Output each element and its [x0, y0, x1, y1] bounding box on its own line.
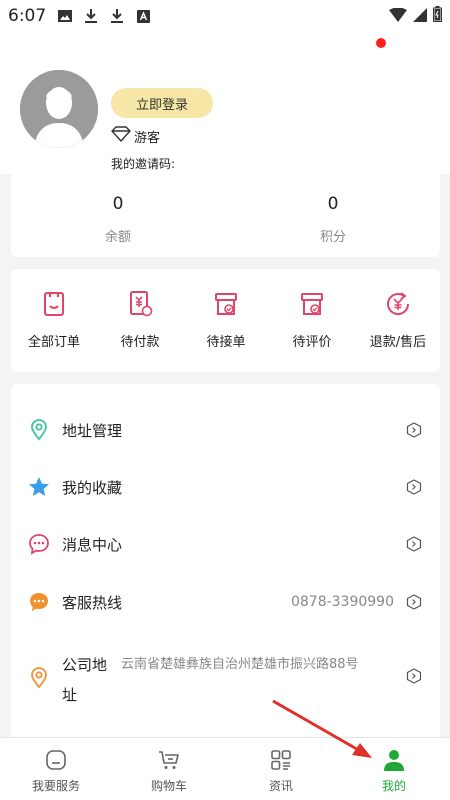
balance-card: 0 余额 0 积分 — [11, 174, 440, 257]
order-pending-payment-label: 待付款 — [120, 335, 160, 350]
menu-item-messages[interactable]: 消息中心 — [11, 519, 440, 569]
pending-review-icon — [301, 293, 323, 315]
image-notification-icon — [58, 9, 73, 23]
download-icon — [110, 9, 124, 23]
menu-item-favorites[interactable]: 我的收藏 — [11, 462, 440, 512]
menu-item-label: 我的收藏 — [62, 478, 123, 497]
status-time: 6:07 — [8, 6, 47, 26]
order-pending-accept-label: 待接单 — [206, 335, 246, 350]
status-bar: 6:07 — [0, 0, 450, 32]
tab-cart[interactable]: 购物车 — [124, 748, 214, 794]
order-pending-accept[interactable]: 待接单 — [186, 290, 266, 350]
chevron-right-icon — [406, 668, 422, 684]
menu-item-service-hotline[interactable]: 客服热线 0878-3390990 — [11, 577, 440, 627]
company-address-value: 云南省楚雄彝族自治州楚雄市振兴路88号 — [121, 657, 359, 672]
guest-label-row: 游客 — [111, 126, 160, 146]
guest-label: 游客 — [134, 130, 161, 146]
star-icon — [29, 477, 49, 496]
chevron-right-icon — [406, 536, 422, 552]
points-label: 积分 — [319, 230, 346, 245]
location-icon — [31, 419, 47, 441]
menu-item-label: 地址管理 — [62, 421, 123, 440]
app-notification-icon — [136, 9, 150, 23]
order-all-label: 全部订单 — [27, 335, 80, 350]
signal-icon — [413, 7, 427, 26]
tab-label: 资讯 — [268, 779, 293, 793]
service-chat-icon — [30, 593, 48, 611]
diamond-icon — [111, 126, 131, 146]
tab-label: 我要服务 — [31, 779, 80, 793]
order-pending-payment[interactable]: 待付款 — [100, 290, 180, 350]
message-icon — [29, 534, 49, 555]
notification-dot — [376, 38, 386, 48]
order-all[interactable]: 全部订单 — [14, 290, 94, 350]
company-address-label: 公司地址 — [62, 656, 108, 704]
balance-value: 0 — [112, 194, 124, 214]
refund-icon — [387, 292, 409, 315]
wifi-icon — [389, 5, 407, 26]
order-pending-review-label: 待评价 — [292, 335, 332, 350]
all-orders-icon — [44, 292, 64, 316]
orders-card: 全部订单 待付款 待接单 待评价 退款/售后 — [11, 269, 440, 372]
tab-label: 购物车 — [150, 779, 187, 793]
cart-icon — [159, 751, 179, 769]
battery-icon — [433, 6, 442, 26]
menu-card: 地址管理 我的收藏 消息中心 客服热线 0878-3390990 公司地址 云南… — [11, 384, 440, 744]
tab-label: 我的 — [381, 779, 406, 793]
balance-label: 余额 — [104, 230, 131, 245]
pending-accept-icon — [215, 293, 237, 315]
login-button[interactable]: 立即登录 — [111, 88, 213, 118]
service-icon — [46, 750, 66, 770]
pending-payment-icon — [130, 291, 153, 317]
balance-stat[interactable]: 0 余额 — [58, 194, 178, 245]
map-pin-icon — [31, 667, 47, 689]
profile-icon — [384, 750, 404, 771]
order-refund[interactable]: 退款/售后 — [358, 290, 438, 350]
order-pending-review[interactable]: 待评价 — [272, 290, 352, 350]
menu-item-address-management[interactable]: 地址管理 — [11, 405, 440, 455]
chevron-right-icon — [406, 479, 422, 495]
avatar[interactable] — [20, 70, 98, 148]
hotline-number: 0878-3390990 — [290, 594, 394, 610]
tab-profile[interactable]: 我的 — [349, 748, 439, 794]
tab-news[interactable]: 资讯 — [236, 748, 326, 794]
news-icon — [271, 750, 291, 770]
download-icon — [84, 9, 98, 23]
order-refund-label: 退款/售后 — [369, 335, 427, 350]
chevron-right-icon — [406, 594, 422, 610]
menu-item-label: 客服热线 — [62, 593, 123, 612]
menu-item-label: 消息中心 — [62, 535, 123, 554]
tab-services[interactable]: 我要服务 — [11, 748, 101, 794]
points-value: 0 — [327, 194, 339, 214]
chevron-right-icon — [406, 422, 422, 438]
bottom-tab-bar: 我要服务 购物车 资讯 我的 — [0, 737, 450, 800]
invite-code-label: 我的邀请码: — [111, 157, 176, 171]
points-stat[interactable]: 0 积分 — [273, 194, 393, 245]
